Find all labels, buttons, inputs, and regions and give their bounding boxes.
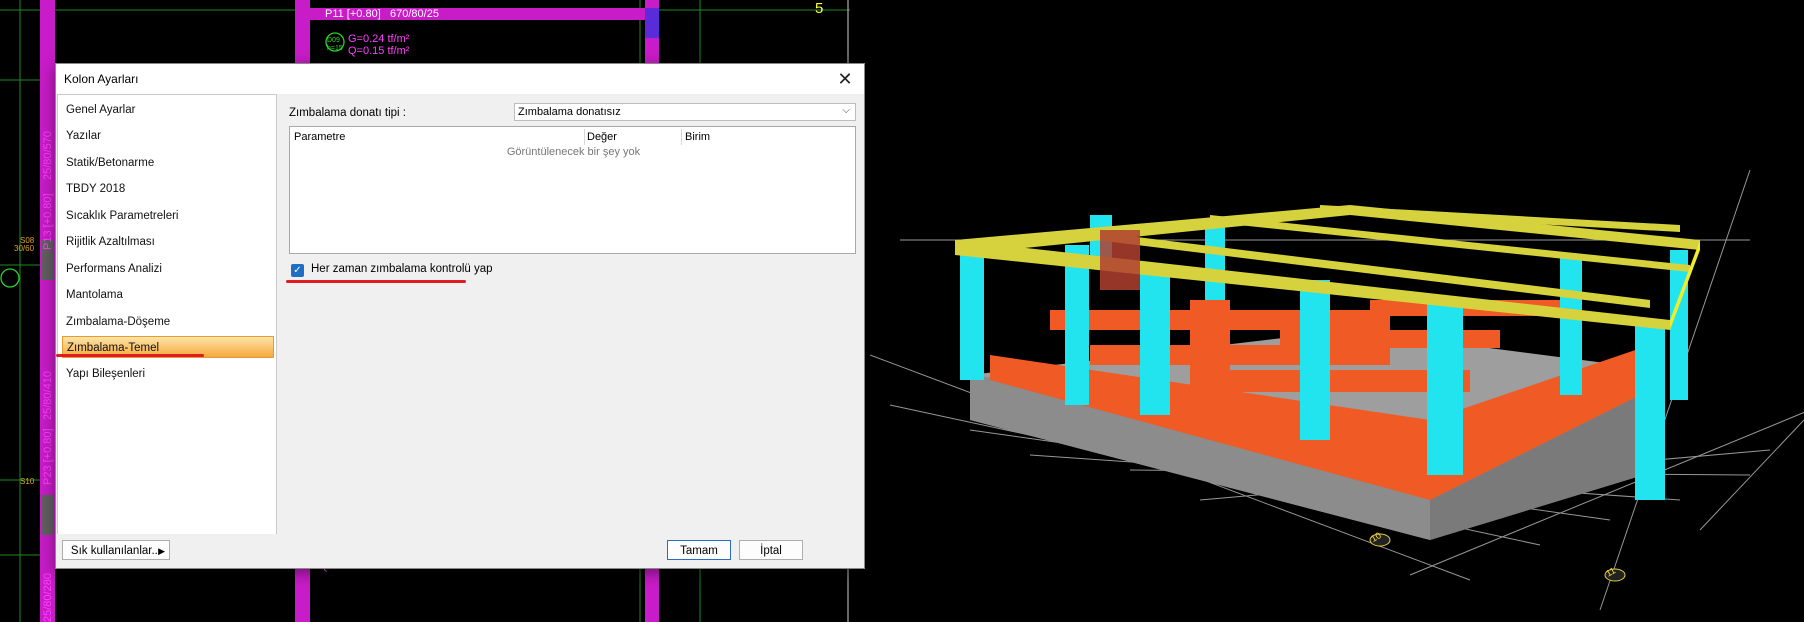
- column-label: P13 [+0.80]: [42, 193, 54, 250]
- nav-item-stiffness-reduction[interactable]: Rijitlik Azaltılması: [62, 231, 274, 253]
- column-divider[interactable]: [681, 129, 682, 145]
- side-tag: S10: [20, 477, 35, 486]
- ok-button[interactable]: Tamam: [667, 540, 731, 560]
- dialog-footer: Sık kullanılanlar... ▶ Tamam İptal: [56, 534, 864, 568]
- load-g-label: G=0.24 tf/m²: [348, 33, 410, 45]
- nav-item-static-concrete[interactable]: Statik/Betonarme: [62, 152, 274, 174]
- dialog-title: Kolon Ayarları: [64, 72, 139, 86]
- side-tag: 30/60: [14, 244, 35, 253]
- nav-item-tbdy-2018[interactable]: TBDY 2018: [62, 178, 274, 200]
- dialog-titlebar[interactable]: Kolon Ayarları ✕: [56, 64, 864, 94]
- column-settings-dialog: Kolon Ayarları ✕ Genel Ayarlar Yazılar S…: [55, 63, 865, 569]
- empty-table-message: Görüntülenecek bir şey yok: [506, 146, 641, 158]
- nav-item-performance-analysis[interactable]: Performans Analizi: [62, 258, 274, 280]
- nav-item-building-components[interactable]: Yapı Bileşenleri: [62, 363, 274, 385]
- punching-reinforcement-type-select[interactable]: Zımbalama donatısız ⌵: [514, 103, 856, 121]
- always-punching-check-checkbox[interactable]: ✓: [291, 264, 304, 277]
- column-header-parameter[interactable]: Parametre: [294, 129, 345, 145]
- 3d-structure-drawing: [869, 169, 1804, 611]
- column-header-unit[interactable]: Birim: [685, 129, 710, 145]
- chevron-down-icon: ⌵: [842, 105, 850, 116]
- column-label: P23 [+0.80]: [42, 428, 54, 485]
- nav-item-temperature[interactable]: Sıcaklık Parametreleri: [62, 205, 274, 227]
- parameter-table[interactable]: Parametre Değer Birim Görüntülenecek bir…: [289, 126, 856, 254]
- column-label: 25/80/280: [42, 573, 54, 622]
- axis-number-label: 5: [815, 0, 824, 17]
- chevron-right-icon: ▶: [158, 546, 165, 556]
- frequently-used-label: Sık kullanılanlar...: [70, 545, 162, 557]
- slab-tag: D09: [327, 37, 340, 44]
- column-label: 25/80/410: [42, 371, 54, 420]
- column-divider[interactable]: [584, 129, 585, 145]
- beam-dims: 670/80/25: [390, 8, 439, 20]
- close-button[interactable]: ✕: [832, 67, 858, 91]
- cancel-button[interactable]: İptal: [739, 540, 803, 560]
- nav-item-jacketing[interactable]: Mantolama: [62, 284, 274, 306]
- settings-content-panel: Zımbalama donatı tipi : Zımbalama donatı…: [281, 94, 861, 534]
- nav-item-punching-slab[interactable]: Zımbalama-Döşeme: [62, 311, 274, 333]
- beam-label: P11 [+0.80]: [325, 8, 381, 20]
- select-value: Zımbalama donatısız: [518, 106, 621, 118]
- column-label: 25/80/570: [42, 131, 54, 180]
- frequently-used-button[interactable]: Sık kullanılanlar... ▶: [62, 540, 170, 560]
- punching-reinforcement-type-label: Zımbalama donatı tipi :: [289, 107, 406, 119]
- slab-thickness-tag: h=15: [327, 45, 343, 52]
- close-icon: ✕: [837, 69, 853, 89]
- column-header-value[interactable]: Değer: [587, 129, 617, 145]
- settings-category-list: Genel Ayarlar Yazılar Statik/Betonarme T…: [57, 94, 277, 536]
- nav-item-general[interactable]: Genel Ayarlar: [62, 99, 274, 121]
- annotation-underline: [56, 354, 204, 357]
- always-punching-check-label[interactable]: Her zaman zımbalama kontrolü yap: [311, 263, 493, 275]
- checkmark-icon: ✓: [293, 265, 302, 276]
- 3d-model-view[interactable]: 10 11: [850, 0, 1804, 622]
- annotation-underline: [286, 280, 466, 283]
- nav-item-texts[interactable]: Yazılar: [62, 125, 274, 147]
- load-q-label: Q=0.15 tf/m²: [348, 45, 410, 57]
